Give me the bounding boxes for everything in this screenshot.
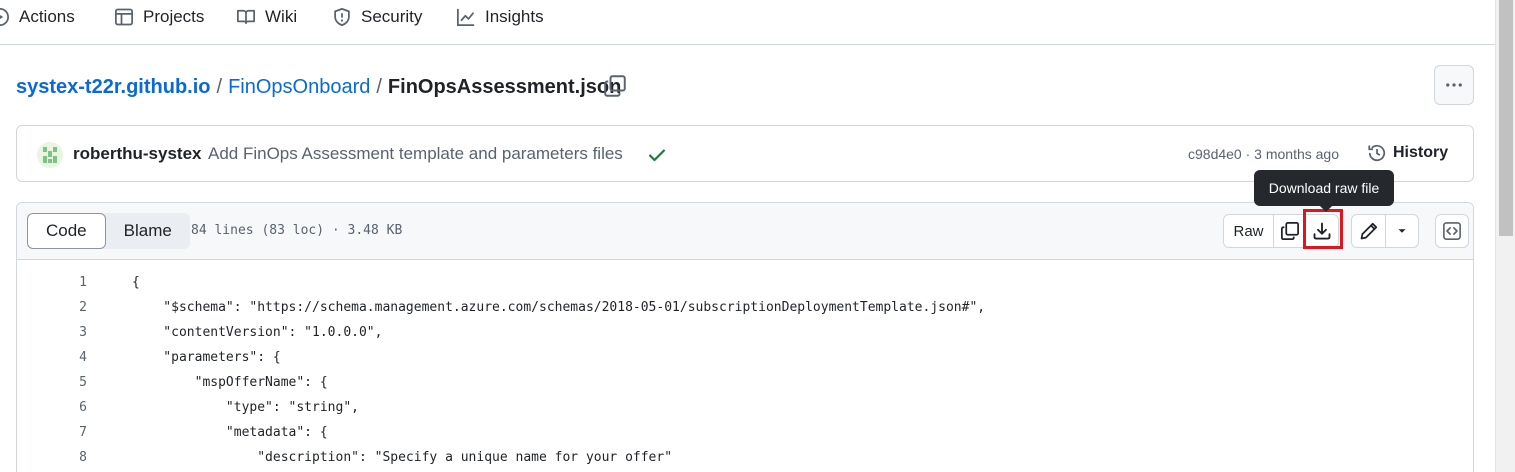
code-line: 5 "mspOfferName": { bbox=[17, 372, 1473, 397]
nav-actions-label: Actions bbox=[19, 7, 75, 26]
code-line: 2 "$schema": "https://schema.management.… bbox=[17, 297, 1473, 322]
commit-meta[interactable]: c98d4e0 · 3 months ago bbox=[1188, 146, 1339, 162]
line-content: "description": "Specify a unique name fo… bbox=[132, 450, 673, 465]
symbols-panel-button[interactable] bbox=[1435, 214, 1469, 248]
scrollbar-thumb[interactable] bbox=[1499, 0, 1513, 236]
tab-code[interactable]: Code bbox=[27, 213, 106, 249]
page-scrollbar[interactable] bbox=[1495, 0, 1515, 472]
download-tooltip: Download raw file bbox=[1254, 170, 1394, 212]
pencil-icon bbox=[1360, 222, 1377, 240]
nav-insights-label: Insights bbox=[485, 7, 544, 26]
breadcrumb-separator: / bbox=[216, 75, 223, 98]
copy-raw-button[interactable] bbox=[1274, 215, 1306, 247]
nav-security-label: Security bbox=[361, 7, 423, 26]
line-number[interactable]: 2 bbox=[57, 297, 87, 319]
commit-author[interactable]: roberthu-systex bbox=[73, 144, 201, 164]
line-content: "$schema": "https://schema.management.az… bbox=[132, 300, 986, 315]
line-content: "contentVersion": "1.0.0.0", bbox=[132, 325, 383, 340]
breadcrumb: systex-t22r.github.io / FinOpsOnboard / … bbox=[16, 74, 621, 100]
check-icon[interactable] bbox=[647, 145, 667, 165]
identicon-icon bbox=[43, 147, 57, 163]
copy-path-icon[interactable] bbox=[603, 74, 627, 98]
code-line: 4 "parameters": { bbox=[17, 347, 1473, 372]
graph-icon bbox=[457, 8, 475, 26]
edit-dropdown-button[interactable] bbox=[1386, 215, 1418, 247]
line-content: "parameters": { bbox=[132, 350, 281, 365]
view-toggle: Code Blame bbox=[27, 213, 190, 249]
more-options-button[interactable] bbox=[1434, 65, 1474, 105]
raw-actions-group: Raw bbox=[1223, 209, 1343, 249]
download-highlight-box bbox=[1303, 209, 1343, 249]
line-number[interactable]: 7 bbox=[57, 422, 87, 444]
raw-button[interactable]: Raw bbox=[1224, 215, 1274, 247]
book-icon bbox=[237, 9, 255, 25]
commit-message[interactable]: Add FinOps Assessment template and param… bbox=[208, 144, 623, 164]
code-line: 6 "type": "string", bbox=[17, 397, 1473, 422]
edit-file-button[interactable] bbox=[1352, 215, 1386, 247]
code-line: 1{ bbox=[17, 272, 1473, 297]
breadcrumb-repo-link[interactable]: systex-t22r.github.io bbox=[16, 76, 211, 99]
line-number[interactable]: 5 bbox=[57, 372, 87, 394]
line-number[interactable]: 8 bbox=[57, 447, 87, 469]
file-info: 84 lines (83 loc) · 3.48 KB bbox=[191, 223, 403, 238]
repo-nav: Actions Projects Wiki Security Insights bbox=[0, 0, 1495, 45]
history-icon bbox=[1368, 144, 1386, 162]
line-number[interactable]: 1 bbox=[57, 272, 87, 294]
breadcrumb-file-name: FinOpsAssessment.json bbox=[387, 75, 622, 98]
line-content: "mspOfferName": { bbox=[132, 375, 328, 390]
code-view[interactable]: 1{ 2 "$schema": "https://schema.manageme… bbox=[17, 272, 1473, 472]
code-square-icon bbox=[1443, 222, 1461, 240]
line-number[interactable]: 4 bbox=[57, 347, 87, 369]
kebab-horizontal-icon bbox=[1446, 83, 1462, 87]
nav-actions[interactable]: Actions bbox=[0, 5, 75, 29]
nav-wiki-label: Wiki bbox=[265, 7, 298, 26]
history-button[interactable]: History bbox=[1367, 143, 1448, 163]
nav-projects-label: Projects bbox=[143, 7, 205, 26]
tab-blame[interactable]: Blame bbox=[106, 213, 190, 249]
code-line: 8 "description": "Specify a unique name … bbox=[17, 447, 1473, 472]
play-icon bbox=[0, 8, 9, 26]
copy-icon bbox=[1280, 222, 1299, 240]
triangle-down-icon bbox=[1398, 229, 1406, 233]
line-number[interactable]: 3 bbox=[57, 322, 87, 344]
nav-security[interactable]: Security bbox=[332, 5, 422, 29]
line-content: { bbox=[132, 275, 140, 290]
nav-projects[interactable]: Projects bbox=[114, 5, 204, 29]
shield-icon bbox=[334, 8, 350, 26]
file-header: Code Blame 84 lines (83 loc) · 3.48 KB R… bbox=[17, 203, 1473, 260]
code-line: 7 "metadata": { bbox=[17, 422, 1473, 447]
code-line: 3 "contentVersion": "1.0.0.0", bbox=[17, 322, 1473, 347]
line-content: "metadata": { bbox=[132, 425, 328, 440]
nav-insights[interactable]: Insights bbox=[456, 5, 544, 29]
download-raw-button[interactable] bbox=[1303, 209, 1343, 249]
breadcrumb-separator: / bbox=[376, 75, 382, 98]
table-icon bbox=[115, 8, 133, 26]
breadcrumb-folder-link[interactable]: FinOpsOnboard bbox=[228, 76, 370, 99]
file-viewer: Code Blame 84 lines (83 loc) · 3.48 KB R… bbox=[16, 202, 1474, 472]
line-content: "type": "string", bbox=[132, 400, 359, 415]
nav-wiki[interactable]: Wiki bbox=[236, 5, 297, 29]
line-number[interactable]: 6 bbox=[57, 397, 87, 419]
edit-actions-group bbox=[1351, 214, 1419, 248]
history-label: History bbox=[1393, 144, 1449, 161]
avatar[interactable] bbox=[37, 142, 63, 168]
